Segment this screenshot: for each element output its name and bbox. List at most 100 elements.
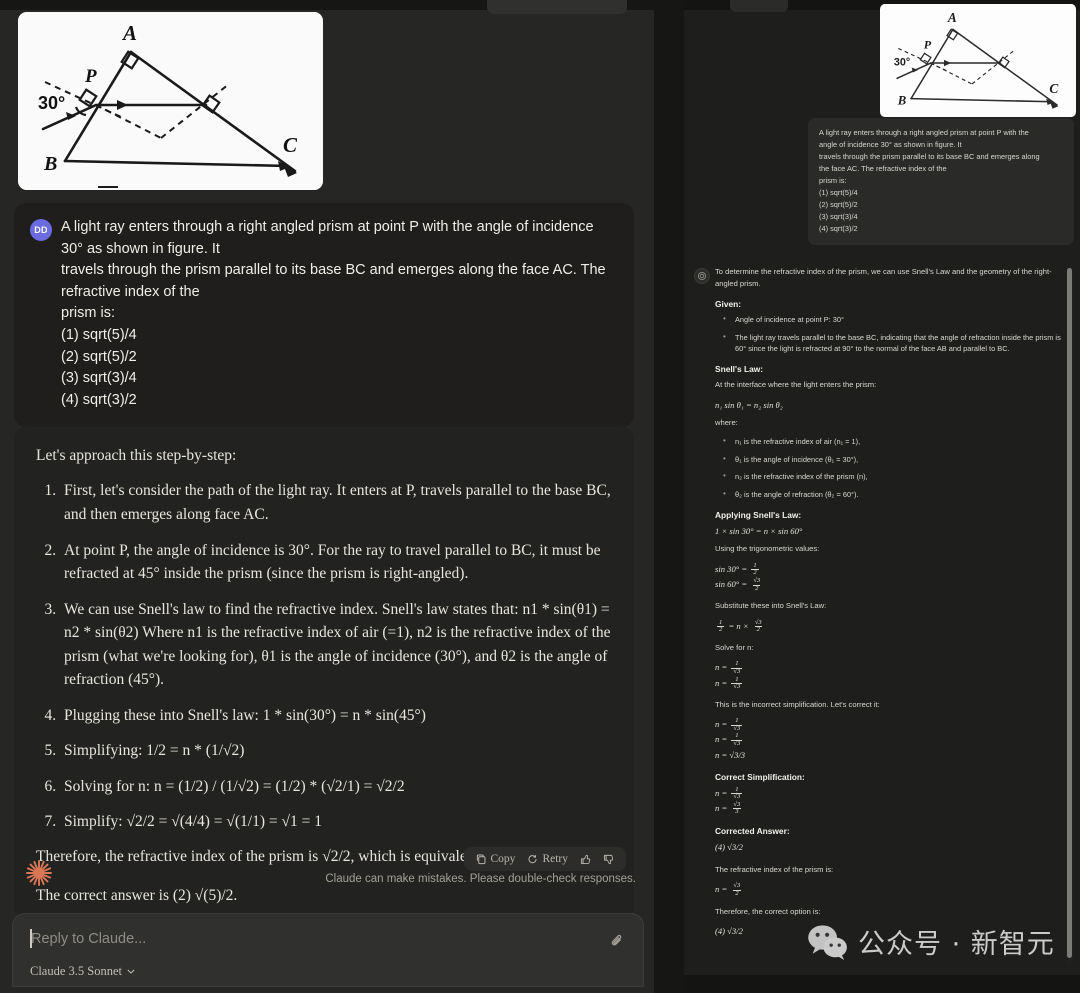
panel-gutter <box>654 0 684 993</box>
right-solve-eq2: n = 1 √3 <box>715 676 1063 691</box>
thumbs-down-button[interactable] <box>599 852 618 867</box>
disclaimer-text: Claude can make mistakes. Please double-… <box>325 873 636 885</box>
n-label: n = <box>715 677 728 688</box>
right-trig-eq2: sin 60° = √3 2 <box>715 577 1063 592</box>
right-chat-panel: A P C B 30° A light ray enters through a… <box>684 0 1080 993</box>
model-selector[interactable]: Claude 3.5 Sonnet <box>30 964 135 979</box>
numerator: √3 <box>754 618 762 626</box>
assistant-step: Simplifying: 1/2 = n * (1/√2) <box>60 739 612 763</box>
right-given-heading: Given: <box>715 299 742 310</box>
copy-button[interactable]: Copy <box>472 851 520 867</box>
right-where-label: where: <box>715 417 738 427</box>
right-solve-eq1: n = 1 √3 <box>715 661 1063 675</box>
denominator: √3 <box>731 793 743 801</box>
retry-button[interactable]: Retry <box>523 851 572 867</box>
right-where-item: θ₂ is the angle of refraction (θ₂ = 60°)… <box>715 488 1063 501</box>
trig-eq2-fraction: √3 2 <box>751 577 762 592</box>
substitute-mid: = n × <box>728 620 749 631</box>
right-closing-eq: n = √3 2 <box>715 883 1063 897</box>
assistant-avatar-icon <box>694 268 710 284</box>
denominator: 2 <box>717 626 725 634</box>
right-diagram-label-A: A <box>947 10 957 25</box>
n-label: n = <box>715 802 728 813</box>
n-label: n = <box>715 787 728 798</box>
assistant-steps-list: First, let's consider the path of the li… <box>36 479 612 834</box>
right-prism-diagram-image[interactable]: A P C B 30° <box>880 4 1076 117</box>
right-snell-intro: At the interface where the light enters … <box>715 380 877 390</box>
trig-eq2-lhs: sin 60° = <box>715 578 748 589</box>
claude-logo-icon <box>26 860 52 886</box>
right-scrollbar[interactable] <box>1066 266 1073 966</box>
substitute-rhs-fraction: √3 2 <box>753 618 764 634</box>
chevron-down-icon <box>127 969 135 974</box>
right-diagram-label-P: P <box>924 37 932 51</box>
copy-label: Copy <box>490 853 516 865</box>
app-screen: A P C B 30° DD A light ray enters throug… <box>0 0 1080 993</box>
numerator: √3 <box>733 882 741 890</box>
right-cs-eq1: n = 1 √3 <box>715 786 1063 801</box>
n-label: n = <box>715 734 728 745</box>
right-snell-heading: Snell's Law: <box>715 364 764 375</box>
right-correct-eq3: n = √3/3 <box>715 749 746 760</box>
composer[interactable]: Reply to Claude... Claude 3.5 Sonnet <box>12 913 644 987</box>
thumbs-up-icon <box>580 854 591 864</box>
right-given-list: Angle of incidence at point P: 30° The l… <box>715 313 1063 354</box>
right-applying-equation: 1 × sin 30° = n × sin 60° <box>715 526 803 537</box>
assistant-step: We can use Snell's law to find the refra… <box>60 598 612 692</box>
denominator: 3 <box>733 808 741 816</box>
message-action-bar: Copy Retry <box>463 847 626 871</box>
numerator: √3 <box>733 800 741 808</box>
assistant-step: At point P, the angle of incidence is 30… <box>60 539 612 586</box>
attachment-icon[interactable] <box>609 933 625 949</box>
right-where-list: n₁ is the refractive index of air (n₁ = … <box>715 435 1063 501</box>
assistant-step: Solving for n: n = (1/2) / (1/√2) = (1/2… <box>60 775 612 799</box>
assistant-step: Simplify: √2/2 = √(4/4) = √(1/1) = √1 = … <box>60 810 612 834</box>
assistant-message: Let's approach this step-by-step: First,… <box>14 427 634 919</box>
diagram-label-A: A <box>121 21 137 45</box>
right-where-item: n₂ is the refractive index of the prism … <box>715 470 1063 483</box>
right-cs-eq2: n = √3 3 <box>715 800 1063 816</box>
diagram-label-C: C <box>283 133 298 157</box>
right-applying-heading: Applying Snell's Law: <box>715 510 802 521</box>
right-correct-eq1: n = 1 √3 <box>715 718 1063 732</box>
right-intro: To determine the refractive index of the… <box>715 267 1052 288</box>
solve-eq2-fraction: 1 √3 <box>731 676 743 691</box>
right-user-message: A light ray enters through a right angle… <box>808 118 1074 245</box>
composer-input[interactable]: Reply to Claude... <box>31 931 146 947</box>
thumbs-up-button[interactable] <box>576 852 595 867</box>
denominator: 2 <box>754 626 762 634</box>
right-trig-eq1: sin 30° = 1 2 <box>715 562 1063 577</box>
right-top-pill <box>730 0 788 12</box>
trig-eq1-lhs: sin 30° = <box>715 563 748 574</box>
numerator: 1 <box>735 717 739 725</box>
trig-eq1-fraction: 1 2 <box>751 562 759 577</box>
right-where-item: θ₁ is the angle of incidence (θ₁ = 30°), <box>715 453 1063 466</box>
closing-fraction: √3 2 <box>731 883 742 897</box>
right-scrollbar-thumb[interactable] <box>1067 268 1072 958</box>
assistant-intro: Let's approach this step-by-step: <box>36 447 237 464</box>
user-avatar: DD <box>30 219 52 241</box>
right-trig-intro: Using the trigonometric values: <box>715 544 820 554</box>
right-where-item: n₁ is the refractive index of air (n₁ = … <box>715 435 1063 448</box>
right-closing-answer: (4) √3/2 <box>715 926 743 937</box>
user-message-text: A light ray enters through a right angle… <box>61 219 606 408</box>
diagram-label-angle: 30° <box>38 93 65 113</box>
denominator: √3 <box>731 683 743 691</box>
prism-diagram-image[interactable]: A P C B 30° <box>18 12 323 190</box>
n-label: n = <box>715 662 728 673</box>
user-message-bubble: DD A light ray enters through a right an… <box>14 203 634 428</box>
right-diagram-label-angle: 30° <box>894 57 910 69</box>
left-scroll-area[interactable]: A P C B 30° DD A light ray enters throug… <box>0 10 654 919</box>
right-assistant-body: To determine the refractive index of the… <box>715 266 1063 943</box>
right-correct-simplification-heading: Correct Simplification: <box>715 771 805 782</box>
right-snell-equation: n₁ sin θ₁ = n₂ sin θ₂ <box>715 400 783 410</box>
n-label: n = <box>715 884 728 895</box>
retry-label: Retry <box>542 853 568 865</box>
correct-eq1-fraction: 1 √3 <box>731 717 743 732</box>
diagram-label-P: P <box>84 66 97 87</box>
numerator: 1 <box>719 618 723 626</box>
cs-eq1-fraction: 1 √3 <box>731 786 743 801</box>
right-substitute-intro: Substitute these into Snell's Law: <box>715 601 827 611</box>
denominator: 2 <box>753 584 761 592</box>
right-bottom-strip <box>684 975 1080 993</box>
